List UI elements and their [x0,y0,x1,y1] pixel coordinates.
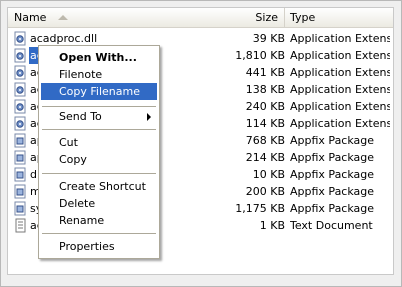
submenu-arrow-icon [147,113,151,121]
dll-icon [14,116,26,131]
dll-icon [14,31,26,46]
file-type: Application Extension [290,100,390,113]
dll-icon [14,48,26,63]
file-type: Appfix Package [290,134,375,147]
file-size: 200 KB [245,185,285,198]
dll-icon [14,99,26,114]
menu-item-filenote[interactable]: Filenote [41,66,157,83]
file-size: 768 KB [245,134,285,147]
menu-separator [42,233,156,234]
file-type: Application Extension [290,83,390,96]
dll-icon [14,82,26,97]
menu-item-send-to-label: Send To [59,110,102,123]
menu-item-open-with[interactable]: Open With... [41,49,157,66]
file-size: 1,175 KB [235,202,285,215]
file-size: 114 KB [245,117,285,130]
file-type: Application Extension [290,117,390,130]
menu-item-send-to[interactable]: Send To [41,108,157,125]
file-type: Appfix Package [290,151,375,164]
file-type: Appfix Package [290,168,375,181]
sort-ascending-icon [57,15,68,20]
package-icon [14,184,26,199]
file-size: 1 KB [259,219,285,232]
context-menu: Open With... Filenote Copy Filename Send… [38,45,160,259]
package-icon [14,167,26,182]
menu-item-create-shortcut[interactable]: Create Shortcut [41,178,157,195]
file-type: Appfix Package [290,185,375,198]
file-size: 214 KB [245,151,285,164]
menu-item-copy[interactable]: Copy [41,151,157,168]
menu-item-copy-filename[interactable]: Copy Filename [41,83,157,100]
column-header-size-label: Size [255,11,278,24]
menu-separator [42,129,156,130]
menu-item-delete[interactable]: Delete [41,195,157,212]
file-size: 1,810 KB [235,49,285,62]
menu-separator [42,173,156,174]
package-icon [14,133,26,148]
file-size: 138 KB [245,83,285,96]
menu-item-rename[interactable]: Rename [41,212,157,229]
text-document-icon [15,218,26,233]
column-header-size[interactable]: Size [210,8,285,27]
file-size: 240 KB [245,100,285,113]
file-type: Application Extension [290,66,390,79]
column-header-type-label: Type [290,11,316,24]
menu-item-cut[interactable]: Cut [41,134,157,151]
file-type: Text Document [290,219,373,232]
menu-item-properties[interactable]: Properties [41,238,157,255]
column-header: Name Size Type [8,8,393,28]
file-type: Appfix Package [290,202,375,215]
dll-icon [14,65,26,80]
package-icon [14,150,26,165]
package-icon [14,201,26,216]
menu-separator [42,106,156,107]
file-type: Application Extension [290,32,390,45]
column-header-type[interactable]: Type [285,8,393,27]
file-size: 39 KB [252,32,285,45]
file-size: 441 KB [245,66,285,79]
file-size: 10 KB [252,168,285,181]
column-header-name-label: Name [14,11,47,24]
file-type: Application Extension [290,49,390,62]
